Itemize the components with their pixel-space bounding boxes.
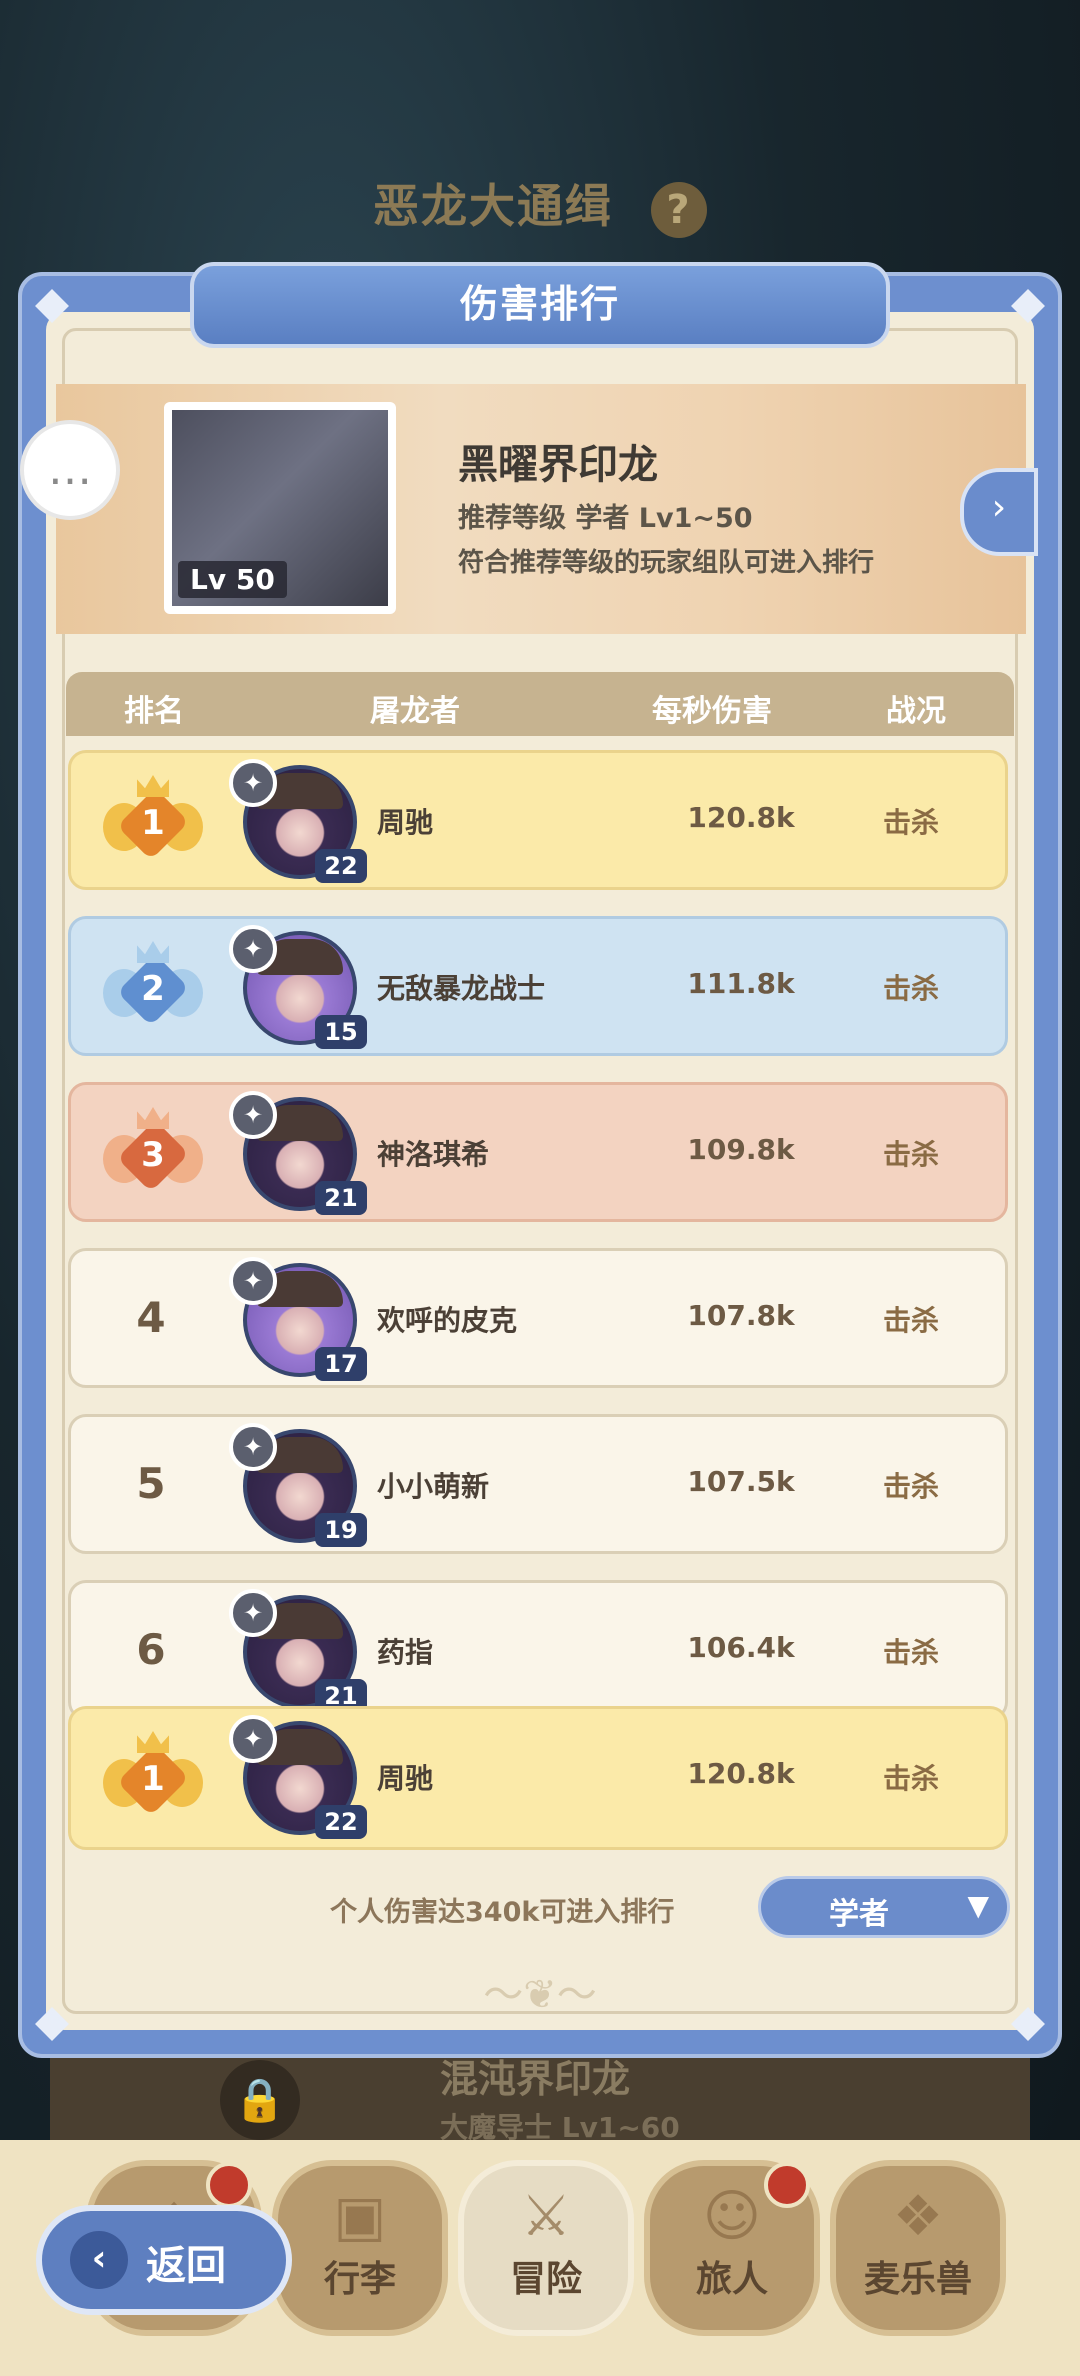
battle-status: 击杀 xyxy=(882,806,939,839)
player-level: 17 xyxy=(315,1347,367,1381)
header-player: 屠龙者 xyxy=(370,694,460,729)
nav-label: 冒险 xyxy=(509,2259,582,2300)
player-dps: 107.8k xyxy=(687,1299,795,1332)
lock-icon: 🔒 xyxy=(220,2060,300,2140)
table-row[interactable]: 3 ✦ 21 神洛琪希 109.8k 击杀 xyxy=(68,1082,1008,1222)
nav-label: 行李 xyxy=(323,2259,396,2300)
battle-status: 击杀 xyxy=(882,1636,939,1669)
player-dps: 120.8k xyxy=(687,801,795,834)
dropdown-arrow-icon: ▼ xyxy=(967,1889,989,1922)
nav-luggage-button[interactable]: ▣ 行李 xyxy=(272,2160,448,2336)
player-name: 无敌暴龙战士 xyxy=(377,972,546,1005)
rank-number: 4 xyxy=(136,1293,166,1342)
gold-medal-icon: 1 xyxy=(103,775,203,869)
boss-banner: Lv 50 黑曜界印龙 推荐等级 学者 Lv1~50 符合推荐等级的玩家组队可进… xyxy=(56,384,1038,634)
table-row[interactable]: 6 ✦ 21 药指 106.4k 击杀 xyxy=(68,1580,1008,1720)
battle-status: 击杀 xyxy=(882,1304,939,1337)
page-title: 恶龙大通缉 ? xyxy=(0,170,1080,238)
table-row[interactable]: 5 ✦ 19 小小萌新 107.5k 击杀 xyxy=(68,1414,1008,1554)
nav-adventure-button[interactable]: ⚔ 冒险 xyxy=(458,2160,634,2336)
table-row[interactable]: 2 ✦ 15 无敌暴龙战士 111.8k 击杀 xyxy=(68,916,1008,1056)
crossed-swords-icon: ⚔ xyxy=(520,2184,572,2249)
player-dps: 120.8k xyxy=(687,1757,795,1790)
player-level: 19 xyxy=(315,1513,367,1547)
help-icon[interactable]: ? xyxy=(651,181,707,238)
player-level: 22 xyxy=(315,1805,367,1839)
class-badge-icon: ✦ xyxy=(229,1589,277,1637)
pet-icon: ❖ xyxy=(892,2184,944,2249)
bronze-medal-icon: 3 xyxy=(103,1107,203,1201)
battle-status: 击杀 xyxy=(882,1762,939,1795)
chat-button[interactable]: … xyxy=(20,420,120,520)
ranking-list[interactable]: 1 ✦ 22 周驰 120.8k 击杀 2 ✦ 15 无敌暴龙战士 111.8k… xyxy=(64,744,1016,1856)
rank-number: 1 xyxy=(141,803,165,843)
modal-title: 伤害排行 xyxy=(190,262,890,348)
player-dps: 106.4k xyxy=(687,1631,795,1664)
battle-status: 击杀 xyxy=(882,972,939,1005)
header-rank: 排名 xyxy=(124,694,184,729)
cat-ornament-icon: 〜❦〜 xyxy=(483,1972,597,2018)
player-dps: 109.8k xyxy=(687,1133,795,1166)
rank-number: 6 xyxy=(136,1625,166,1674)
silver-medal-icon: 2 xyxy=(103,941,203,1035)
class-select-dropdown[interactable]: 学者 ▼ xyxy=(758,1876,1010,1938)
back-label: 返回 xyxy=(146,2243,226,2289)
header-dps: 每秒伤害 xyxy=(652,694,772,729)
rank-number: 5 xyxy=(136,1459,166,1508)
boss-portrait: Lv 50 xyxy=(164,402,396,614)
boss-level: Lv 50 xyxy=(178,561,287,598)
back-button[interactable]: ‹ 返回 xyxy=(36,2205,292,2315)
back-arrow-icon: ‹ xyxy=(70,2231,128,2289)
ranking-requirement: 个人伤害达340k可进入排行 xyxy=(330,1897,675,1928)
header-status: 战况 xyxy=(886,694,946,729)
boss-note: 符合推荐等级的玩家组队可进入排行 xyxy=(458,548,875,578)
rank-number: 1 xyxy=(141,1759,165,1799)
player-dps: 111.8k xyxy=(687,967,795,1000)
class-badge-icon: ✦ xyxy=(229,1257,277,1305)
class-badge-icon: ✦ xyxy=(229,925,277,973)
rank-number: 2 xyxy=(141,969,165,1009)
gold-medal-icon: 1 xyxy=(103,1731,203,1825)
nav-label: 旅人 xyxy=(695,2259,768,2300)
class-badge-icon: ✦ xyxy=(229,1715,277,1763)
player-level: 21 xyxy=(315,1181,367,1215)
player-level: 22 xyxy=(315,849,367,883)
table-row[interactable]: 4 ✦ 17 欢呼的皮克 107.8k 击杀 xyxy=(68,1248,1008,1388)
my-ranking-row[interactable]: 1 ✦ 22 周驰 120.8k 击杀 xyxy=(68,1706,1008,1850)
page-title-text: 恶龙大通缉 xyxy=(372,179,613,233)
player-name: 神洛琪希 xyxy=(377,1138,490,1171)
battle-status: 击杀 xyxy=(882,1470,939,1503)
boss-name: 黑曜界印龙 xyxy=(458,442,658,488)
class-select-value: 学者 xyxy=(829,1897,889,1932)
luggage-icon: ▣ xyxy=(333,2184,387,2249)
class-badge-icon: ✦ xyxy=(229,1091,277,1139)
player-name: 小小萌新 xyxy=(377,1470,490,1503)
table-row[interactable]: 1 ✦ 22 周驰 120.8k 击杀 xyxy=(68,750,1008,890)
battle-status: 击杀 xyxy=(882,1138,939,1171)
player-level: 15 xyxy=(315,1015,367,1049)
player-name: 药指 xyxy=(377,1636,434,1669)
boss-recommend: 推荐等级 学者 Lv1~50 xyxy=(458,503,753,534)
table-header: 排名 屠龙者 每秒伤害 战况 xyxy=(66,672,1014,736)
class-badge-icon: ✦ xyxy=(229,759,277,807)
notification-dot xyxy=(764,2162,810,2208)
notification-dot xyxy=(206,2162,252,2208)
player-name: 欢呼的皮克 xyxy=(377,1304,518,1337)
nav-pet-button[interactable]: ❖ 麦乐兽 xyxy=(830,2160,1006,2336)
chat-bubble-icon: … xyxy=(48,444,92,495)
next-boss-button[interactable]: › xyxy=(960,468,1038,556)
rank-number: 3 xyxy=(141,1135,165,1175)
player-dps: 107.5k xyxy=(687,1465,795,1498)
nav-traveler-button[interactable]: ☺ 旅人 xyxy=(644,2160,820,2336)
class-badge-icon: ✦ xyxy=(229,1423,277,1471)
player-name: 周驰 xyxy=(377,1762,434,1795)
nav-label: 麦乐兽 xyxy=(863,2259,972,2300)
player-name: 周驰 xyxy=(377,806,434,839)
chevron-right-icon: › xyxy=(991,487,1007,528)
